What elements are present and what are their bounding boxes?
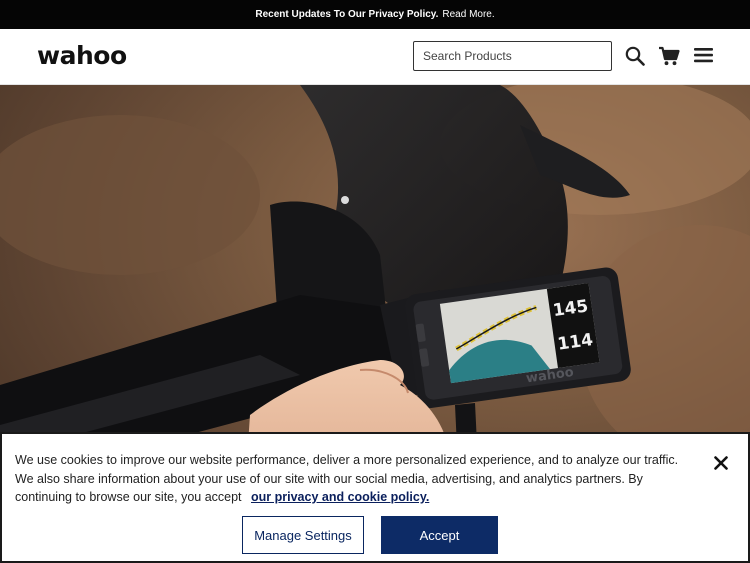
promo-bar: Recent Updates To Our Privacy Policy. Re…	[0, 0, 750, 29]
close-icon[interactable]	[714, 456, 728, 475]
search-input[interactable]	[413, 41, 612, 71]
cookie-banner: We use cookies to improve our website pe…	[0, 432, 750, 563]
cart-icon[interactable]	[658, 46, 680, 66]
site-header: wahoo	[0, 29, 750, 85]
accept-button[interactable]: Accept	[381, 516, 498, 554]
menu-icon[interactable]	[694, 47, 713, 63]
read-more-link[interactable]: Read More.	[442, 9, 494, 20]
cookie-message-block: We use cookies to improve our website pe…	[15, 451, 695, 507]
search-icon[interactable]	[625, 46, 645, 66]
wahoo-logo[interactable]: wahoo	[37, 41, 127, 70]
manage-settings-button[interactable]: Manage Settings	[242, 516, 364, 554]
promo-text: Recent Updates To Our Privacy Policy.	[255, 9, 439, 20]
privacy-policy-link[interactable]: our privacy and cookie policy.	[251, 490, 429, 504]
